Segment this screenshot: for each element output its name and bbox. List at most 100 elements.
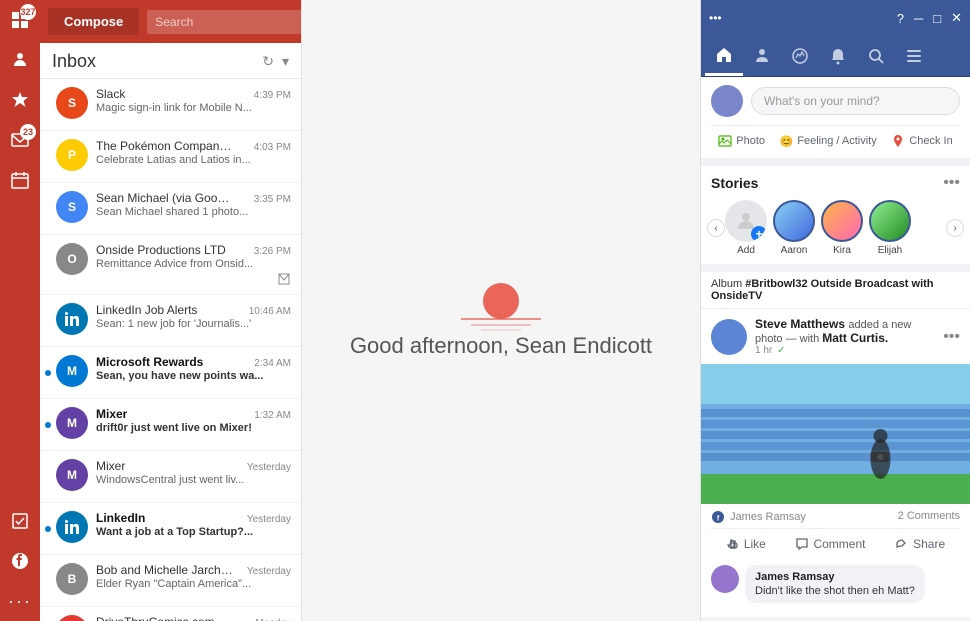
mail-item[interactable]: O Onside Productions LTD 3:26 PM Remitta… xyxy=(40,235,301,295)
mail-time: 3:26 PM xyxy=(254,246,291,257)
windows-badge: 327 xyxy=(20,4,36,20)
mail-preview: Remittance Advice from Onsid... xyxy=(96,258,291,270)
sort-icon[interactable]: ▾ xyxy=(282,53,289,70)
compose-button[interactable]: Compose xyxy=(48,8,139,35)
mail-avatar: M xyxy=(56,407,88,439)
stories-prev[interactable]: ‹ xyxy=(707,219,725,237)
stories-more[interactable]: ••• xyxy=(943,174,960,192)
mail-sender: The Pokémon Company Internati... xyxy=(96,139,236,153)
sidebar-icon-tasks[interactable] xyxy=(0,501,40,541)
like-button[interactable]: Like xyxy=(718,533,774,555)
mail-sender: Mixer xyxy=(96,459,125,473)
fb-minimize[interactable]: ─ xyxy=(914,11,923,26)
fb-feeling-action[interactable]: 😊 Feeling / Activity xyxy=(774,132,883,150)
mail-time: 2:34 AM xyxy=(254,358,291,369)
fb-nav-messenger[interactable] xyxy=(781,36,819,76)
mail-avatar xyxy=(56,511,88,543)
mail-item[interactable]: B Bob and Michelle Jarchow Yesterday Eld… xyxy=(40,555,301,607)
sidebar-icon-people[interactable] xyxy=(0,40,40,80)
share-button[interactable]: Share xyxy=(887,533,953,555)
story-kira-name: Kira xyxy=(833,245,851,256)
mail-avatar: D xyxy=(56,615,88,621)
sidebar-icon-favorites[interactable] xyxy=(0,80,40,120)
fb-topbar-dots[interactable]: ••• xyxy=(709,11,722,25)
album-title: #Britbowl32 Outside Broadcast with Onsid… xyxy=(711,278,934,302)
fb-comment: James Ramsay Didn't like the shot then e… xyxy=(711,565,960,603)
inbox-title: Inbox xyxy=(52,51,96,72)
sidebar-icon-windows[interactable]: 327 xyxy=(0,0,40,40)
fb-nav-home[interactable] xyxy=(705,36,743,76)
mail-preview: Sean Michael shared 1 photo... xyxy=(96,206,291,218)
story-elijah[interactable]: Elijah xyxy=(869,200,911,256)
story-add-label: Add xyxy=(737,245,755,256)
mail-content: Onside Productions LTD 3:26 PM Remittanc… xyxy=(96,243,291,286)
mail-content: DriveThruComics.com Monday At the dawn o… xyxy=(96,615,291,621)
mail-item[interactable]: LinkedIn Yesterday Want a job at a Top S… xyxy=(40,503,301,555)
fb-photo-action[interactable]: Photo xyxy=(712,132,771,150)
comment-bubble: James Ramsay Didn't like the shot then e… xyxy=(745,565,925,603)
comment-avatar xyxy=(711,565,739,593)
post-time: 1 hr ✓ xyxy=(755,345,935,356)
mail-avatar: B xyxy=(56,563,88,595)
mail-preview: Elder Ryan "Captain America"... xyxy=(96,578,291,590)
mail-badge: 23 xyxy=(20,124,36,140)
mail-sender: Bob and Michelle Jarchow xyxy=(96,563,236,577)
story-kira[interactable]: Kira xyxy=(821,200,863,256)
post-image xyxy=(701,364,970,504)
mail-preview: drift0r just went live on Mixer! xyxy=(96,422,291,434)
story-aaron[interactable]: Aaron xyxy=(773,200,815,256)
post-comments-count: 2 Comments xyxy=(898,510,960,524)
post-user-info: Steve Matthews added a new photo — with … xyxy=(755,317,935,356)
post-menu[interactable]: ••• xyxy=(943,328,960,346)
sidebar-icon-mail[interactable]: 23 xyxy=(0,120,40,160)
mail-sender: Microsoft Rewards xyxy=(96,355,203,369)
fb-topbar-right: ? ─ □ ✕ xyxy=(897,10,962,26)
mail-item[interactable]: LinkedIn Job Alerts 10:46 AM Sean: 1 new… xyxy=(40,295,301,347)
fb-nav-search[interactable] xyxy=(857,36,895,76)
comment-button[interactable]: Comment xyxy=(787,533,873,555)
mail-content: Mixer 1:32 AM drift0r just went live on … xyxy=(96,407,291,434)
fb-help[interactable]: ? xyxy=(897,11,904,26)
fb-comment-section: James Ramsay Didn't like the shot then e… xyxy=(701,565,970,617)
inbox-actions: ↻ ▾ xyxy=(262,53,289,70)
story-add[interactable]: + Add xyxy=(725,200,767,256)
mail-item[interactable]: M Microsoft Rewards 2:34 AM Sean, you ha… xyxy=(40,347,301,399)
mail-avatar: M xyxy=(56,459,88,491)
sidebar-icon-calendar[interactable] xyxy=(0,160,40,200)
refresh-icon[interactable]: ↻ xyxy=(262,53,274,70)
fb-nav-notifications[interactable] xyxy=(819,36,857,76)
mail-sender: LinkedIn Job Alerts xyxy=(96,303,197,317)
fb-close[interactable]: ✕ xyxy=(951,10,962,26)
mail-sender: Mixer xyxy=(96,407,127,421)
mail-item[interactable]: P The Pokémon Company Internati... 4:03 … xyxy=(40,131,301,183)
fb-checkin-action[interactable]: Check In xyxy=(885,132,958,150)
mail-preview: Sean, you have new points wa... xyxy=(96,370,291,382)
mail-panel: Compose Inbox ↻ ▾ S Slack 4:39 PM Magic … xyxy=(40,0,302,621)
fb-body: What's on your mind? Photo 😊 Feeling / A… xyxy=(701,77,970,621)
comment-text: Didn't like the shot then eh Matt? xyxy=(755,585,915,597)
mail-avatar: P xyxy=(56,139,88,171)
mail-item[interactable]: S Slack 4:39 PM Magic sign-in link for M… xyxy=(40,79,301,131)
fb-post-input[interactable]: What's on your mind? xyxy=(751,87,960,115)
mail-list: S Slack 4:39 PM Magic sign-in link for M… xyxy=(40,79,301,621)
sidebar-icon-facebook[interactable] xyxy=(0,541,40,581)
mail-item[interactable]: M Mixer 1:32 AM drift0r just went live o… xyxy=(40,399,301,451)
fb-nav-people[interactable] xyxy=(743,36,781,76)
mail-item[interactable]: S Sean Michael (via Google Photos) 3:35 … xyxy=(40,183,301,235)
stories-next[interactable]: › xyxy=(946,219,964,237)
mail-item[interactable]: M Mixer Yesterday WindowsCentral just we… xyxy=(40,451,301,503)
mail-content: LinkedIn Job Alerts 10:46 AM Sean: 1 new… xyxy=(96,303,291,330)
mail-avatar xyxy=(56,303,88,335)
fb-maximize[interactable]: □ xyxy=(933,11,941,26)
greeting-icon xyxy=(456,263,546,333)
search-input[interactable] xyxy=(147,10,318,34)
mail-avatar: M xyxy=(56,355,88,387)
sidebar-icon-more[interactable]: ··· xyxy=(0,581,40,621)
compose-bar: Compose xyxy=(40,0,301,43)
mail-time: 4:39 PM xyxy=(254,90,291,101)
mail-item[interactable]: D DriveThruComics.com Monday At the dawn… xyxy=(40,607,301,621)
inbox-header: Inbox ↻ ▾ xyxy=(40,43,301,79)
fb-nav-menu[interactable] xyxy=(895,36,933,76)
more-icon: ··· xyxy=(8,591,32,612)
mail-time: 4:03 PM xyxy=(254,142,291,153)
